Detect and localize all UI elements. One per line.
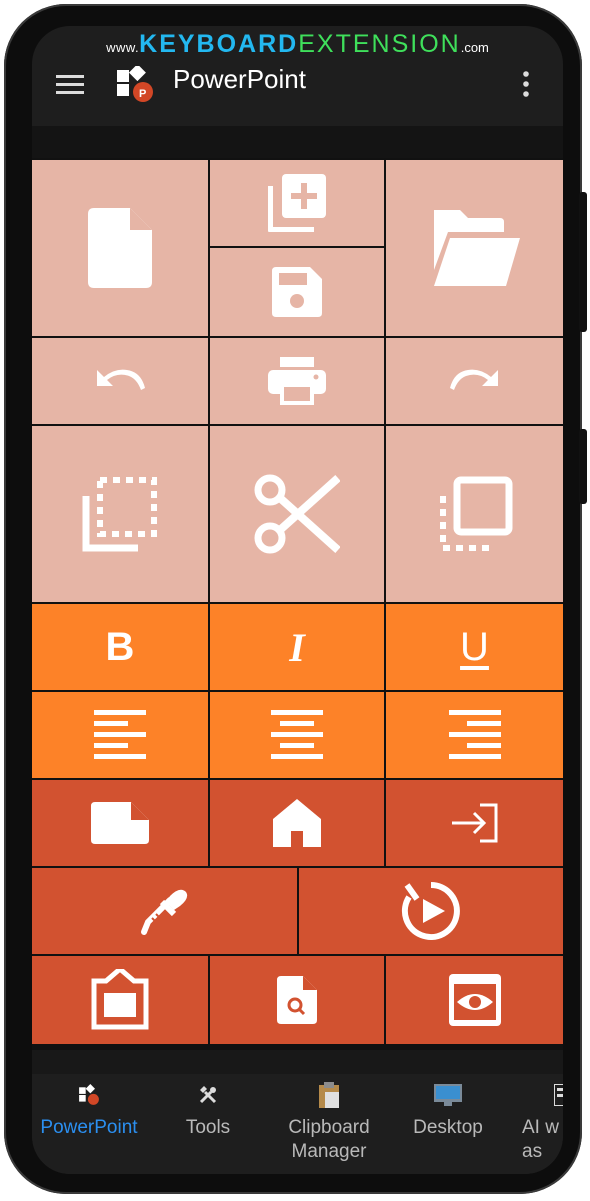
nav-item-desktop[interactable]: Desktop [396, 1074, 500, 1140]
print-key[interactable] [210, 338, 384, 424]
save-key[interactable] [210, 248, 384, 336]
add-copy-icon [268, 174, 326, 232]
cut-key[interactable] [210, 426, 384, 602]
open-key[interactable] [386, 160, 563, 336]
nav-item-tools[interactable]: Tools [156, 1074, 260, 1140]
copy-key[interactable] [32, 426, 208, 602]
power-button [579, 192, 587, 332]
home-icon [273, 799, 321, 847]
powerpoint-logo-icon: P [117, 66, 153, 102]
nav-item-ai[interactable]: AI w as [522, 1074, 563, 1164]
toolbar-spacer [32, 126, 563, 158]
new-file-key[interactable] [32, 160, 208, 336]
italic-key[interactable]: I [210, 604, 384, 690]
align-left-icon [94, 710, 146, 759]
undo-icon [97, 369, 145, 390]
bottom-navigation: PowerPoint Tools Clipboard Manager Deskt… [32, 1074, 563, 1174]
underline-label: U [460, 624, 489, 669]
scissors-icon [254, 474, 340, 554]
save-icon [272, 267, 322, 317]
sign-in-key[interactable] [386, 780, 563, 866]
svg-text:P: P [139, 88, 146, 100]
insert-picture-key[interactable] [32, 956, 208, 1044]
align-right-icon [448, 710, 501, 759]
file-icon [88, 208, 152, 288]
watermark: www.KEYBOARDEXTENSION.com [32, 30, 563, 59]
bold-key[interactable]: B [32, 604, 208, 690]
login-icon [451, 803, 497, 843]
design-key[interactable] [32, 868, 297, 954]
nav-label-powerpoint: PowerPoint [40, 1117, 138, 1138]
app-title: PowerPoint [173, 64, 306, 94]
watermark-suffix: .com [460, 40, 489, 55]
nav-label-clipboard-manager: Clipboard Manager [288, 1117, 370, 1162]
slideshow-key[interactable] [299, 868, 563, 954]
redo-key[interactable] [386, 338, 563, 424]
italic-label: I [289, 624, 305, 670]
nav-item-powerpoint[interactable]: PowerPoint [32, 1074, 146, 1140]
align-left-key[interactable] [32, 692, 208, 778]
tools-icon [199, 1086, 217, 1104]
underline-key[interactable]: U [386, 604, 563, 690]
ai-icon [554, 1084, 563, 1106]
nav-label-desktop: Desktop [413, 1117, 483, 1138]
nav-label-tools: Tools [185, 1117, 231, 1138]
powerpoint-icon [79, 1084, 99, 1105]
keyboard-grid: B I U [32, 158, 563, 1050]
screen: www.KEYBOARDEXTENSION.com P PowerPoint B… [32, 26, 563, 1174]
find-key[interactable] [210, 956, 384, 1044]
watermark-brand-b: EXTENSION [298, 30, 461, 58]
folder-open-icon [433, 210, 520, 286]
eyedropper-icon [140, 889, 187, 935]
desktop-icon [434, 1084, 462, 1106]
home-key[interactable] [210, 780, 384, 866]
nav-label-ai: AI w as [522, 1117, 559, 1162]
undo-key[interactable] [32, 338, 208, 424]
watermark-brand-a: KEYBOARD [139, 30, 299, 58]
hamburger-menu-icon[interactable] [56, 72, 84, 96]
paste-key[interactable] [386, 426, 563, 602]
nav-item-clipboard-manager[interactable]: Clipboard Manager [272, 1074, 386, 1164]
nav-spacer [32, 1050, 563, 1074]
eye-box-icon [448, 974, 501, 1026]
upload-box-icon [91, 969, 149, 1030]
app-bar: P PowerPoint [32, 60, 563, 110]
align-center-key[interactable] [210, 692, 384, 778]
align-center-icon [271, 710, 323, 759]
printer-icon [268, 357, 326, 405]
copy-selection-icon [82, 477, 157, 552]
new-slide-key[interactable] [210, 160, 384, 246]
note-icon [91, 802, 149, 844]
phone-frame: www.KEYBOARDEXTENSION.com P PowerPoint B… [4, 4, 587, 1194]
more-vertical-icon[interactable] [516, 68, 536, 100]
bold-label: B [105, 624, 135, 669]
clipboard-icon [319, 1082, 339, 1108]
file-search-icon [277, 976, 317, 1024]
watermark-prefix: www. [106, 40, 140, 55]
play-timer-icon [401, 882, 460, 940]
slide-note-key[interactable] [32, 780, 208, 866]
paste-selection-icon [439, 476, 512, 551]
view-key[interactable] [386, 956, 563, 1044]
align-right-key[interactable] [386, 692, 563, 778]
redo-icon [449, 369, 498, 390]
volume-button [579, 429, 587, 504]
